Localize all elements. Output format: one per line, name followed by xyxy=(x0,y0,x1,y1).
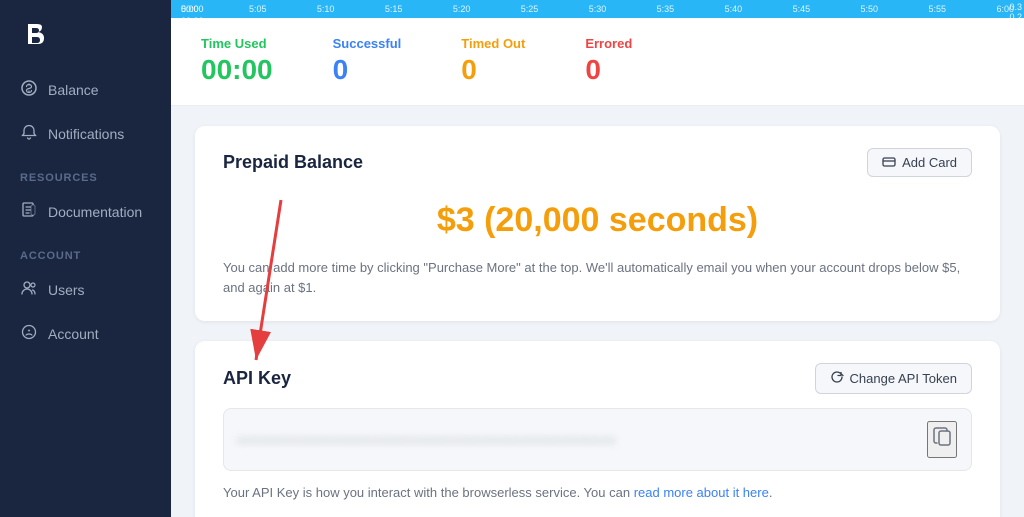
stat-errored-value: 0 xyxy=(585,53,632,87)
copy-api-key-button[interactable] xyxy=(927,421,957,458)
sidebar-item-label: Notifications xyxy=(48,126,124,142)
sidebar-item-notifications[interactable]: Notifications xyxy=(0,112,171,156)
stat-time-used-value: 00:00 xyxy=(201,53,273,87)
balance-amount: $3 (20,000 seconds) xyxy=(223,191,972,258)
stat-successful-label: Successful xyxy=(333,36,402,51)
resources-section-label: Resources xyxy=(0,156,171,190)
documentation-icon xyxy=(20,202,38,222)
stat-timed-out: Timed Out 0 xyxy=(461,36,525,87)
sidebar-item-balance[interactable]: Balance xyxy=(0,68,171,112)
api-key-header: API Key Change API Token xyxy=(223,363,972,394)
sidebar-nav: Balance Notifications Resources Document… xyxy=(0,68,171,517)
logo-area xyxy=(0,0,171,68)
prepaid-balance-card: Prepaid Balance Add Card $3 (20,000 seco… xyxy=(195,126,1000,322)
prepaid-balance-header: Prepaid Balance Add Card xyxy=(223,148,972,177)
api-key-link[interactable]: read more about it here xyxy=(634,485,769,500)
sidebar-item-users[interactable]: Users xyxy=(0,268,171,312)
stat-time-used: Time Used 00:00 xyxy=(201,36,273,87)
stat-successful: Successful 0 xyxy=(333,36,402,87)
add-card-button[interactable]: Add Card xyxy=(867,148,972,177)
chart-area: 00:00 00:00 00:00 00:00 xyxy=(171,0,1024,18)
stat-timed-out-value: 0 xyxy=(461,53,525,87)
refresh-icon xyxy=(830,370,844,387)
credit-card-icon xyxy=(882,155,896,170)
stats-row: Time Used 00:00 Successful 0 Timed Out 0… xyxy=(171,18,1024,106)
sidebar-item-documentation[interactable]: Documentation xyxy=(0,190,171,234)
change-api-token-label: Change API Token xyxy=(850,371,957,386)
prepaid-balance-title: Prepaid Balance xyxy=(223,152,363,173)
api-key-field: ••••••••••••••••••••••••••••••••••••••••… xyxy=(223,408,972,471)
api-key-description: Your API Key is how you interact with th… xyxy=(223,483,972,504)
sidebar-item-label: Account xyxy=(48,326,99,342)
balance-icon xyxy=(20,80,38,100)
api-key-title: API Key xyxy=(223,368,291,389)
stat-timed-out-label: Timed Out xyxy=(461,36,525,51)
stat-errored: Errored 0 xyxy=(585,36,632,87)
sidebar-item-label: Documentation xyxy=(48,204,142,220)
main-wrapper: 00:00 00:00 00:00 00:00 xyxy=(171,0,1024,517)
balance-description: You can add more time by clicking "Purch… xyxy=(223,258,972,300)
sidebar-item-label: Balance xyxy=(48,82,99,98)
api-key-card: API Key Change API Token •••••••••••••••… xyxy=(195,341,1000,517)
chart-x-axis: 5:00 5:05 5:10 5:15 5:20 5:25 5:30 5:35 … xyxy=(181,4,1014,14)
notifications-icon xyxy=(20,124,38,144)
api-key-masked-value: ••••••••••••••••••••••••••••••••••••••••… xyxy=(238,432,927,448)
logo-icon xyxy=(20,18,52,50)
account-icon xyxy=(20,324,38,344)
users-icon xyxy=(20,280,38,300)
stat-successful-value: 0 xyxy=(333,53,402,87)
stat-errored-label: Errored xyxy=(585,36,632,51)
sidebar-item-account[interactable]: Account xyxy=(0,312,171,356)
account-section-label: Account xyxy=(0,234,171,268)
add-card-label: Add Card xyxy=(902,155,957,170)
sidebar-item-label: Users xyxy=(48,282,85,298)
sidebar: Balance Notifications Resources Document… xyxy=(0,0,171,517)
main-content: 00:00 00:00 00:00 00:00 xyxy=(171,0,1024,517)
change-api-token-button[interactable]: Change API Token xyxy=(815,363,972,394)
stat-time-used-label: Time Used xyxy=(201,36,273,51)
